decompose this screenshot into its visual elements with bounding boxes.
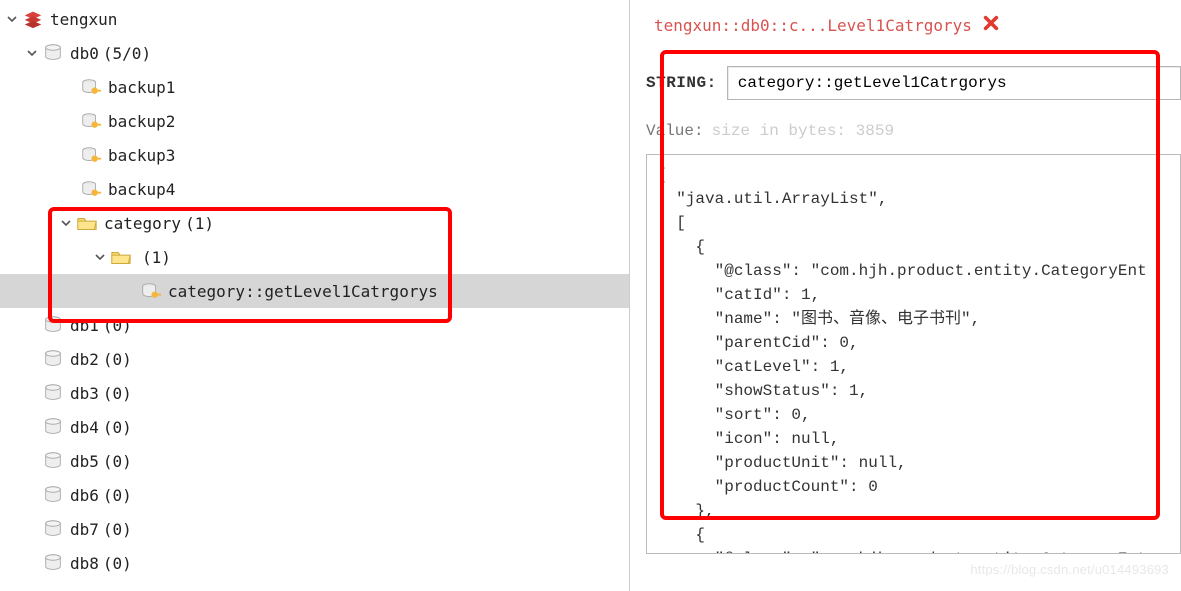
tree-label: db1 <box>70 316 99 335</box>
detail-panel: tengxun::db0::c...Level1Catrgorys STRING… <box>630 0 1181 591</box>
tree-label: db3 <box>70 384 99 403</box>
tree-label: db8 <box>70 554 99 573</box>
tree-label: db7 <box>70 520 99 539</box>
tree-count: (1) <box>142 248 171 267</box>
redis-icon <box>22 8 44 30</box>
db-icon <box>42 314 64 336</box>
tree-count: (0) <box>103 418 132 437</box>
value-textarea[interactable]: [ "java.util.ArrayList", [ { "@class": "… <box>646 154 1181 554</box>
tree-count: (0) <box>103 316 132 335</box>
tree-label: backup4 <box>108 180 175 199</box>
key-db-icon <box>80 178 102 200</box>
tree-label: db0 <box>70 44 99 63</box>
key-db-icon <box>80 110 102 132</box>
tree-row-db[interactable]: db3 (0) <box>0 376 629 410</box>
tree-label: category::getLevel1Catrgorys <box>168 282 438 301</box>
string-key-row: STRING: <box>630 66 1181 100</box>
tree-row-folder-category[interactable]: category (1) <box>0 206 629 240</box>
key-db-icon <box>140 280 162 302</box>
key-db-icon <box>80 76 102 98</box>
db-icon <box>42 518 64 540</box>
tree-row-db[interactable]: db4 (0) <box>0 410 629 444</box>
tree-label: db4 <box>70 418 99 437</box>
tree-label: backup2 <box>108 112 175 131</box>
tree-label: tengxun <box>50 10 117 29</box>
tree-row-db[interactable]: db8 (0) <box>0 546 629 580</box>
tab-key[interactable]: tengxun::db0::c...Level1Catrgorys <box>646 8 1008 42</box>
tree-label: db6 <box>70 486 99 505</box>
tree-row-key[interactable]: backup1 <box>0 70 629 104</box>
tree-count: (0) <box>103 350 132 369</box>
key-db-icon <box>80 144 102 166</box>
db-icon <box>42 484 64 506</box>
tree-label: category <box>104 214 181 233</box>
tree-row-db0[interactable]: db0 (5/0) <box>0 36 629 70</box>
tab-title: tengxun::db0::c...Level1Catrgorys <box>654 16 972 35</box>
tree-count: (0) <box>103 452 132 471</box>
db-icon <box>42 552 64 574</box>
tree-row-key-selected[interactable]: category::getLevel1Catrgorys <box>0 274 629 308</box>
tree-row-key[interactable]: backup2 <box>0 104 629 138</box>
folder-open-icon <box>76 212 98 234</box>
tree-row-db[interactable]: db1 (0) <box>0 308 629 342</box>
string-label: STRING: <box>646 74 717 92</box>
tree-label: backup1 <box>108 78 175 97</box>
tree-count: (0) <box>103 554 132 573</box>
tree-label: db5 <box>70 452 99 471</box>
tree-count: (0) <box>103 520 132 539</box>
value-label: Value: <box>646 122 704 140</box>
chevron-down-icon <box>92 249 108 265</box>
tree-row-key[interactable]: backup3 <box>0 138 629 172</box>
db-icon <box>42 42 64 64</box>
key-name-input[interactable] <box>727 66 1181 100</box>
db-icon <box>42 416 64 438</box>
folder-open-icon <box>110 246 132 268</box>
tree-label: db2 <box>70 350 99 369</box>
db-icon <box>42 450 64 472</box>
tree-row-db[interactable]: db6 (0) <box>0 478 629 512</box>
tree-row-db[interactable]: db2 (0) <box>0 342 629 376</box>
watermark: https://blog.csdn.net/u014493693 <box>970 562 1169 577</box>
tree-count: (5/0) <box>103 44 151 63</box>
tree-count: (1) <box>185 214 214 233</box>
tree-count: (0) <box>103 384 132 403</box>
tree-count: (0) <box>103 486 132 505</box>
tree-row-db[interactable]: db7 (0) <box>0 512 629 546</box>
chevron-down-icon <box>24 45 40 61</box>
tree-row-db[interactable]: db5 (0) <box>0 444 629 478</box>
tree-panel: tengxun db0 (5/0) backup1 backup2 <box>0 0 630 591</box>
db-icon <box>42 382 64 404</box>
tree-label: backup3 <box>108 146 175 165</box>
db-icon <box>42 348 64 370</box>
tree-row-folder-subcategory[interactable]: (1) <box>0 240 629 274</box>
chevron-down-icon <box>4 11 20 27</box>
tree-row-connection[interactable]: tengxun <box>0 2 629 36</box>
chevron-down-icon <box>58 215 74 231</box>
value-size-placeholder: size in bytes: 3859 <box>712 122 894 140</box>
tree-row-key[interactable]: backup4 <box>0 172 629 206</box>
close-icon[interactable] <box>982 14 1000 36</box>
value-label-row: Value: size in bytes: 3859 <box>630 122 1181 140</box>
